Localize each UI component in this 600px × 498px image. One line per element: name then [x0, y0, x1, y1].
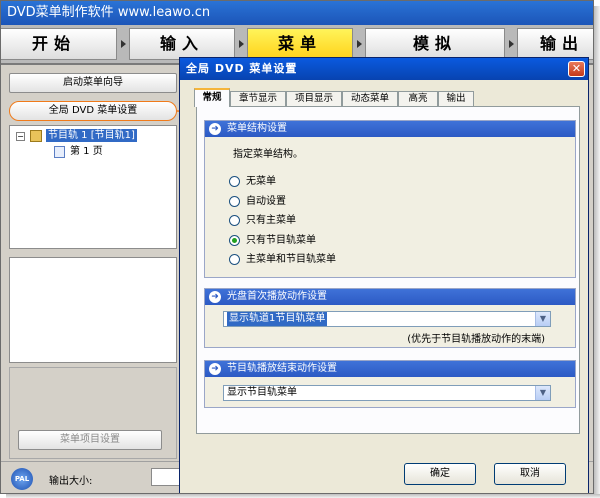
radio-selected-icon [229, 235, 240, 246]
select-value: 显示轨道1节目轨菜单 [227, 312, 328, 326]
arrow-icon: ➜ [209, 291, 221, 303]
tab-item-display[interactable]: 项目显示 [286, 91, 342, 106]
menu-structure-group: ➜ 菜单结构设置 指定菜单结构。 无菜单 自动设置 只有主菜单 只有节目轨菜单 … [204, 120, 576, 278]
tab-highlight[interactable]: 高亮 [398, 91, 438, 106]
radio-main-and-track[interactable]: 主菜单和节目轨菜单 [229, 253, 336, 267]
page-icon [54, 146, 65, 158]
step-arrow-icon [357, 40, 362, 48]
instruction-text: 指定菜单结构。 [233, 149, 303, 160]
step-arrow-icon [509, 40, 514, 48]
menu-item-settings-button[interactable]: 菜单项目设置 [18, 430, 162, 450]
menu-tree: − 节目轨 1 [节目轨1] 第 1 页 [9, 125, 177, 249]
track-end-group: ➜ 节目轨播放结束动作设置 显示节目轨菜单 ▼ [204, 360, 576, 408]
tab-general[interactable]: 常规 [194, 88, 230, 107]
radio-track-only[interactable]: 只有节目轨菜单 [229, 234, 316, 248]
group-heading: ➜ 光盘首次播放动作设置 [205, 289, 575, 305]
radio-icon [229, 196, 240, 207]
radio-main-only[interactable]: 只有主菜单 [229, 214, 296, 228]
cancel-button[interactable]: 取消 [494, 463, 566, 485]
tab-chapter-display[interactable]: 章节显示 [230, 91, 286, 106]
tree-item-page[interactable]: 第 1 页 [70, 145, 103, 158]
chevron-down-icon[interactable]: ▼ [535, 312, 550, 326]
step-simulate[interactable]: 模拟 [365, 28, 505, 60]
radio-auto[interactable]: 自动设置 [229, 195, 286, 209]
window-shadow [6, 494, 600, 498]
first-play-group: ➜ 光盘首次播放动作设置 显示轨道1节目轨菜单 ▼ (优先于节目轨播放动作的末端… [204, 288, 576, 348]
track-end-select[interactable]: 显示节目轨菜单 ▼ [223, 385, 551, 401]
close-icon[interactable]: ✕ [568, 61, 585, 77]
first-play-select[interactable]: 显示轨道1节目轨菜单 ▼ [223, 311, 551, 327]
item-panel: 菜单项目设置 [9, 367, 177, 459]
group-heading: ➜ 菜单结构设置 [205, 121, 575, 137]
radio-icon [229, 215, 240, 226]
output-size-bar [151, 468, 181, 486]
app-window: DVD菜单制作软件 www.leawo.cn 开始 输入 菜单 模拟 输出 启动… [0, 0, 594, 494]
dialog-title: 全局 DVD 菜单设置 [180, 58, 588, 80]
chevron-down-icon[interactable]: ▼ [535, 386, 550, 400]
tab-output[interactable]: 输出 [438, 91, 474, 106]
pal-badge-icon: PAL [11, 468, 33, 490]
select-value: 显示节目轨菜单 [227, 387, 297, 398]
radio-icon [229, 254, 240, 265]
step-menu[interactable]: 菜单 [247, 28, 353, 60]
window-shadow [594, 6, 600, 498]
radio-icon [229, 176, 240, 187]
arrow-icon: ➜ [209, 123, 221, 135]
first-play-note: (优先于节目轨播放动作的末端) [407, 334, 545, 345]
step-output[interactable]: 输出 [517, 28, 593, 60]
preview-panel [9, 257, 177, 363]
output-size-label: 输出大小: [49, 476, 93, 487]
tab-dynamic-menu[interactable]: 动态菜单 [342, 91, 398, 106]
group-heading: ➜ 节目轨播放结束动作设置 [205, 361, 575, 377]
arrow-icon: ➜ [209, 363, 221, 375]
ok-button[interactable]: 确定 [404, 463, 476, 485]
global-settings-dialog: 全局 DVD 菜单设置 ✕ 常规 章节显示 项目显示 动态菜单 高亮 输出 ➜ … [179, 57, 589, 493]
radio-no-menu[interactable]: 无菜单 [229, 175, 276, 189]
